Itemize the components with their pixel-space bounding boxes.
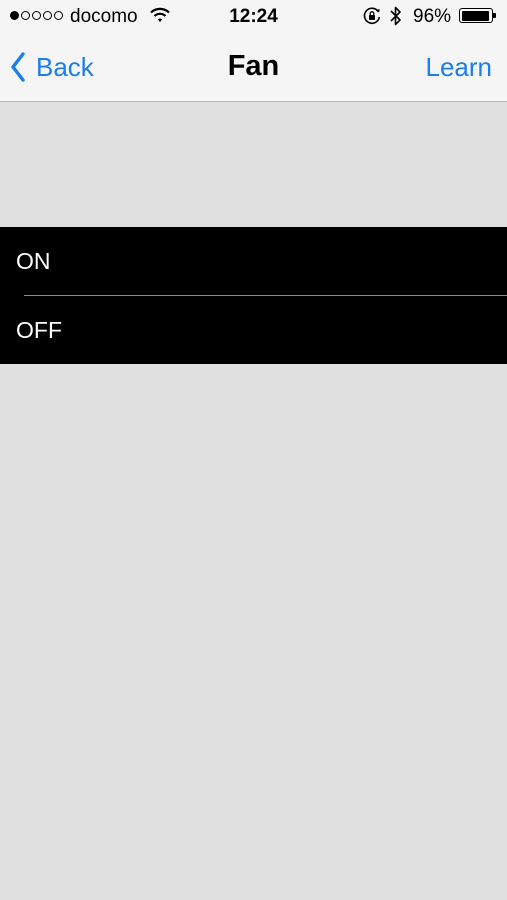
battery-fill: [461, 10, 490, 21]
command-label: OFF: [16, 317, 62, 343]
learn-button[interactable]: Learn: [426, 52, 493, 83]
battery-nub: [493, 13, 496, 18]
rotation-lock-icon: [362, 6, 382, 32]
status-bar: docomo 12:24 96%: [0, 0, 507, 34]
navigation-bar: Back Fan Learn: [0, 34, 507, 102]
battery-icon: [459, 8, 493, 23]
command-item-on[interactable]: ON: [0, 227, 507, 295]
bluetooth-icon: [389, 5, 403, 33]
command-item-off[interactable]: OFF: [0, 296, 507, 364]
command-list: ON OFF: [0, 227, 507, 364]
command-label: ON: [16, 248, 51, 274]
battery-percentage: 96%: [413, 6, 452, 27]
